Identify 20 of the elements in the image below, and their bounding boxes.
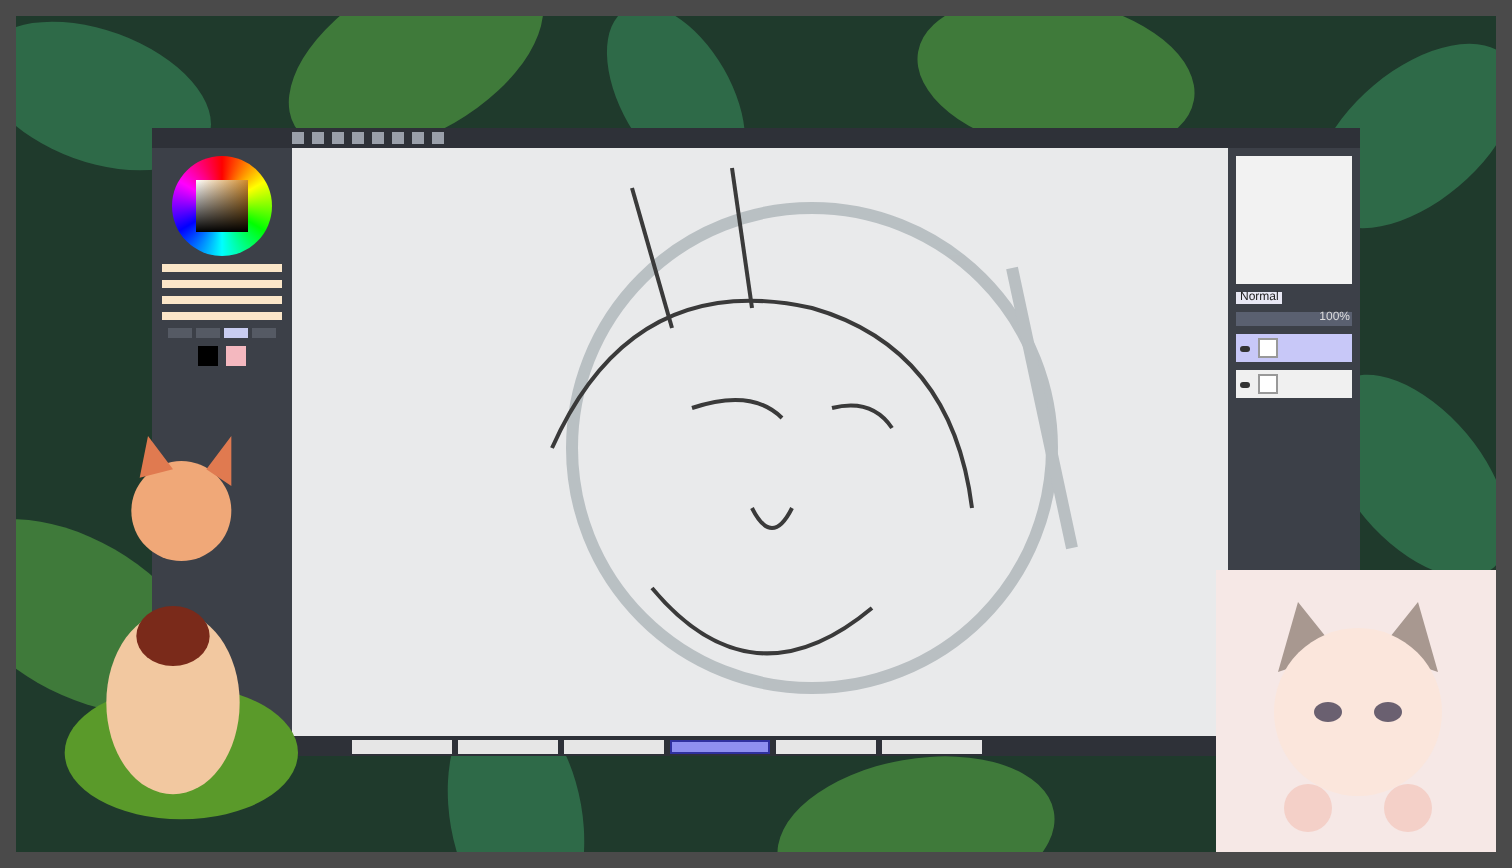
color-slider[interactable] <box>162 280 282 288</box>
background-color-swatch[interactable] <box>226 346 246 366</box>
document-tab[interactable] <box>776 739 876 753</box>
tool-tab[interactable] <box>196 328 220 338</box>
eye-icon[interactable] <box>1240 381 1250 387</box>
tool-tab[interactable] <box>224 328 248 338</box>
color-slider[interactable] <box>162 312 282 320</box>
document-tab[interactable] <box>670 739 770 753</box>
document-tab[interactable] <box>458 739 558 753</box>
foreground-color-swatch[interactable] <box>198 346 218 366</box>
navigator-preview <box>1236 156 1352 284</box>
tool-tab[interactable] <box>168 328 192 338</box>
document-tab[interactable] <box>352 739 452 753</box>
document-tab[interactable] <box>564 739 664 753</box>
eye-icon[interactable] <box>1240 345 1250 351</box>
document-tab[interactable] <box>882 739 982 753</box>
color-wheel[interactable] <box>172 156 272 256</box>
color-slider[interactable] <box>162 264 282 272</box>
color-slider[interactable] <box>162 296 282 304</box>
tool-tab[interactable] <box>252 328 276 338</box>
